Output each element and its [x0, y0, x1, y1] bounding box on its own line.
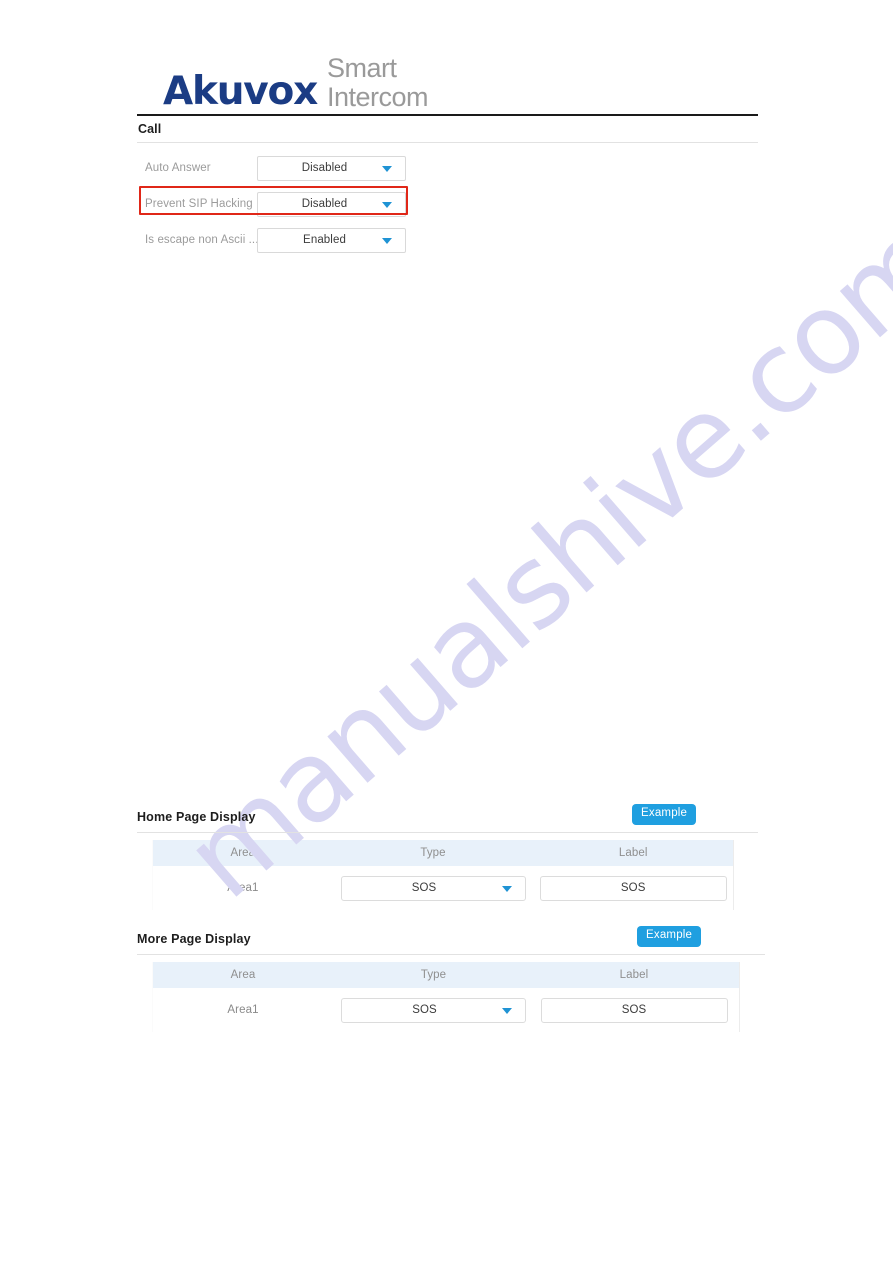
table-header-row: Area Type Label	[153, 840, 733, 866]
home-page-display-title: Home Page Display	[137, 810, 256, 824]
row-area-value: Area1	[227, 882, 259, 894]
chevron-down-icon	[501, 886, 512, 892]
more-page-display-header: More Page Display Example	[137, 926, 765, 958]
logo-tagline-line2: Intercom	[327, 82, 429, 113]
column-header-type: Type	[420, 969, 447, 981]
column-header-type: Type	[420, 847, 446, 859]
logo-tagline-line1: Smart	[327, 53, 397, 83]
more-page-display-title: More Page Display	[137, 932, 251, 946]
row-type-select[interactable]: SOS	[340, 875, 526, 901]
column-header-area: Area	[230, 847, 256, 859]
chevron-down-icon	[502, 1008, 512, 1014]
escape-non-ascii-label: Is escape non Ascii ...	[145, 234, 259, 246]
call-section-divider	[137, 142, 758, 143]
home-page-example-button[interactable]: Example	[632, 804, 697, 825]
form-row-auto-answer: Auto Answer Disabled	[139, 150, 539, 186]
header-divider	[137, 114, 758, 116]
document-page: manualshive.com Akuvox Smart Intercom Ca…	[0, 0, 893, 1263]
auto-answer-label: Auto Answer	[145, 162, 211, 174]
auto-answer-value: Disabled	[301, 162, 348, 174]
more-page-display-table: Area Type Label Area1 SOS	[152, 962, 740, 1032]
prevent-sip-hacking-label: Prevent SIP Hacking	[145, 198, 253, 210]
auto-answer-select[interactable]: Disabled	[257, 155, 406, 181]
call-settings-form: Auto Answer Disabled Prevent SIP Hacking…	[139, 150, 539, 258]
more-page-example-button[interactable]: Example	[637, 926, 702, 947]
home-page-display-section: Home Page Display Example	[137, 804, 758, 836]
form-row-prevent-sip-hacking: Prevent SIP Hacking Disabled	[139, 186, 539, 222]
row-type-value: SOS	[412, 1004, 437, 1016]
row-type-select[interactable]: SOS	[341, 997, 526, 1023]
table-header-row: Area Type Label	[153, 962, 739, 988]
logo-tagline: Smart Intercom	[327, 53, 429, 113]
home-page-display-header: Home Page Display Example	[137, 804, 758, 836]
escape-non-ascii-value: Enabled	[303, 234, 346, 246]
akuvox-logo: Akuvox Smart Intercom	[137, 53, 758, 114]
table-row: Area1 SOS	[153, 988, 739, 1032]
more-page-display-divider	[137, 954, 765, 955]
chevron-down-icon	[382, 202, 392, 208]
logo-wordmark: Akuvox	[163, 69, 318, 114]
form-row-escape-non-ascii: Is escape non Ascii ... Enabled	[139, 222, 539, 258]
row-area-value: Area1	[227, 1004, 259, 1016]
chevron-down-icon	[382, 238, 392, 244]
column-header-label: Label	[619, 969, 649, 981]
row-label-input[interactable]	[539, 875, 727, 901]
prevent-sip-hacking-select[interactable]: Disabled	[257, 191, 406, 217]
prevent-sip-hacking-value: Disabled	[301, 198, 348, 210]
call-section: Call	[137, 118, 758, 143]
table-row: Area1 SOS	[153, 866, 733, 910]
home-page-display-divider	[137, 832, 758, 833]
column-header-area: Area	[230, 969, 256, 981]
row-type-value: SOS	[411, 882, 437, 894]
column-header-label: Label	[618, 847, 648, 859]
row-label-input[interactable]	[540, 997, 728, 1023]
more-page-display-section: More Page Display Example	[137, 926, 765, 958]
chevron-down-icon	[382, 166, 392, 172]
call-section-title: Call	[138, 122, 162, 136]
watermark: manualshive.com	[118, 196, 893, 924]
home-page-display-table: Area Type Label Area1 SOS	[152, 840, 734, 910]
escape-non-ascii-select[interactable]: Enabled	[257, 227, 406, 253]
